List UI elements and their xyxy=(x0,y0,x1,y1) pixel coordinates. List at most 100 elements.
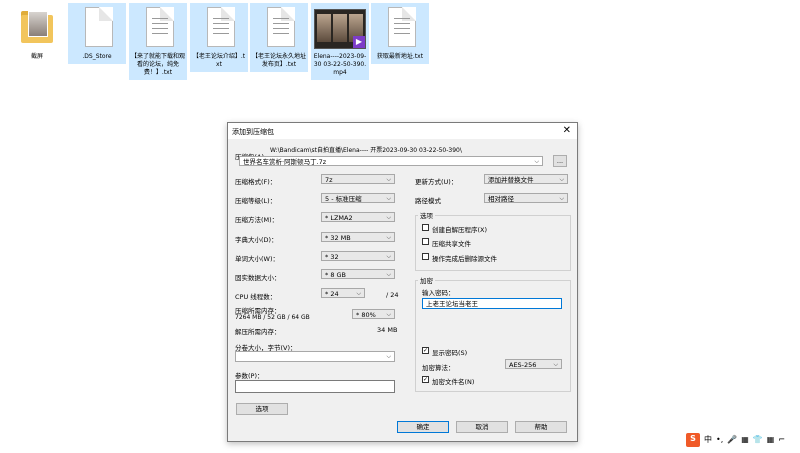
shared-files-checkbox[interactable] xyxy=(422,238,429,245)
delete-after-checkbox[interactable] xyxy=(422,253,429,260)
method-value: * LZMA2 xyxy=(325,214,353,222)
dictionary-label: 字典大小(D)： xyxy=(235,236,278,244)
format-select[interactable]: 7z ⌵ xyxy=(321,174,395,184)
update-mode-label: 更新方式(U)： xyxy=(415,178,458,186)
settings-icon[interactable]: ⌐ xyxy=(778,434,785,446)
document-icon xyxy=(80,7,114,51)
parameters-input[interactable] xyxy=(235,380,395,393)
chevron-down-icon: ⌵ xyxy=(534,158,539,165)
desktop-file-txt-1[interactable]: 【来了就能下载和观看的论坛，纯免费！】.txt xyxy=(129,3,187,80)
toolbox-icon[interactable]: ▦ xyxy=(767,434,775,446)
encryption-method-label: 加密算法： xyxy=(422,364,455,372)
cancel-button[interactable]: 取消 xyxy=(456,421,508,433)
format-value: 7z xyxy=(325,176,333,184)
punctuation-icon[interactable]: •, xyxy=(716,434,723,446)
chevron-down-icon: ⌵ xyxy=(386,311,391,318)
chevron-down-icon: ⌵ xyxy=(559,176,564,183)
text-file-icon xyxy=(202,7,236,51)
dictionary-select[interactable]: * 32 MB ⌵ xyxy=(321,232,395,242)
delete-after-label: 操作完成后删除源文件 xyxy=(432,255,497,263)
cpu-threads-value: * 24 xyxy=(325,290,339,298)
chevron-down-icon: ⌵ xyxy=(386,271,391,278)
text-file-icon xyxy=(141,7,175,51)
decompress-memory-value: 34 MB xyxy=(377,326,398,334)
microphone-icon[interactable]: 🎤 xyxy=(727,434,737,446)
desktop-file-folder[interactable]: 截屏 xyxy=(8,3,66,64)
archive-path: W:\Bandicam\st自拍直播\Elena---- 开票2023-09-3… xyxy=(270,147,462,154)
method-select[interactable]: * LZMA2 ⌵ xyxy=(321,212,395,222)
word-size-value: * 32 xyxy=(325,253,339,261)
path-mode-select[interactable]: 相对路径 ⌵ xyxy=(484,193,568,203)
chevron-down-icon: ⌵ xyxy=(553,361,558,368)
shared-files-label: 压缩共享文件 xyxy=(432,240,471,248)
desktop-file-txt-3[interactable]: 【老王论坛永久地址发布页】.txt xyxy=(250,3,308,72)
encryption-method-value: AES-256 xyxy=(509,361,537,369)
memory-detail: 7264 MB / 52 GB / 64 GB xyxy=(235,314,310,321)
password-value: 上老王论坛当老王 xyxy=(426,300,478,308)
solid-block-select[interactable]: * 8 GB ⌵ xyxy=(321,269,395,279)
sfx-label: 创建自解压程序(X) xyxy=(432,226,488,234)
word-size-select[interactable]: * 32 ⌵ xyxy=(321,251,395,261)
sfx-checkbox[interactable] xyxy=(422,224,429,231)
file-label: 截屏 xyxy=(30,53,43,60)
word-size-label: 单词大小(W)： xyxy=(235,255,279,263)
options-button[interactable]: 选项 xyxy=(236,403,288,415)
password-input[interactable]: 上老王论坛当老王 xyxy=(422,298,562,309)
file-label: .DS_Store xyxy=(82,53,112,60)
desktop-file-txt-2[interactable]: 【老王论坛介绍】.txt xyxy=(190,3,248,72)
add-to-archive-dialog: 添加到压缩包 ✕ 压缩包(A) W:\Bandicam\st自拍直播\Elena… xyxy=(227,122,578,442)
desktop-file-ds-store[interactable]: .DS_Store xyxy=(68,3,126,64)
chevron-down-icon: ⌵ xyxy=(386,253,391,260)
decompress-memory-label: 解压所需内存： xyxy=(235,328,281,336)
file-label: 【来了就能下载和观看的论坛，纯免费！】.txt xyxy=(131,53,186,76)
ok-button[interactable]: 确定 xyxy=(397,421,449,433)
encrypt-names-label: 加密文件名(N) xyxy=(432,378,475,386)
encryption-method-select[interactable]: AES-256 ⌵ xyxy=(505,359,562,369)
split-volume-combo[interactable]: ⌵ xyxy=(235,351,395,362)
encryption-group-title: 加密 xyxy=(418,275,435,285)
video-thumbnail-icon: ▶ xyxy=(314,7,366,51)
folder-icon xyxy=(20,7,54,51)
help-button[interactable]: 帮助 xyxy=(515,421,567,433)
file-label: 【老王论坛介绍】.txt xyxy=(192,53,246,68)
cpu-threads-total: / 24 xyxy=(386,291,399,299)
show-password-label: 显示密码(S) xyxy=(432,349,468,357)
text-file-icon xyxy=(383,7,417,51)
chevron-down-icon: ⌵ xyxy=(386,214,391,221)
close-icon[interactable]: ✕ xyxy=(563,125,571,136)
text-file-icon xyxy=(262,7,296,51)
solid-block-label: 固实数据大小： xyxy=(235,274,281,282)
chinese-mode-icon[interactable]: 中 xyxy=(704,434,712,446)
chevron-down-icon: ⌵ xyxy=(386,353,391,360)
update-mode-value: 添加并替换文件 xyxy=(488,176,534,184)
browse-button[interactable]: ... xyxy=(553,155,567,167)
skin-icon[interactable]: 👕 xyxy=(753,434,763,446)
dialog-title: 添加到压缩包 xyxy=(232,128,274,136)
chevron-down-icon: ⌵ xyxy=(559,195,564,202)
chevron-down-icon: ⌵ xyxy=(386,234,391,241)
parameters-label: 参数(P)： xyxy=(235,372,264,380)
file-label: 【老王论坛永久地址发布页】.txt xyxy=(252,53,307,68)
cpu-threads-label: CPU 线程数： xyxy=(235,293,277,301)
archive-name-combo[interactable]: 世界名车赏析·阿斯顿马丁.7z ⌵ xyxy=(239,156,543,166)
play-icon: ▶ xyxy=(353,36,365,48)
level-value: 5 - 标准压缩 xyxy=(325,195,362,203)
archive-name-value: 世界名车赏析·阿斯顿马丁.7z xyxy=(243,158,327,166)
keyboard-icon[interactable]: ▦ xyxy=(741,434,749,446)
format-label: 压缩格式(F)： xyxy=(235,178,277,186)
desktop-file-video[interactable]: ▶ Elena----2023-09-30 03-22-50-390.mp4 xyxy=(311,3,369,80)
chevron-down-icon: ⌵ xyxy=(356,290,361,297)
file-label: Elena----2023-09-30 03-22-50-390.mp4 xyxy=(313,53,367,76)
path-mode-value: 相对路径 xyxy=(488,195,514,203)
show-password-checkbox[interactable]: ✓ xyxy=(422,347,429,354)
level-select[interactable]: 5 - 标准压缩 ⌵ xyxy=(321,193,395,203)
file-label: 获取最新地址.txt xyxy=(376,53,424,60)
ime-tray: S 中 •, 🎤 ▦ 👕 ▦ ⌐ xyxy=(686,433,785,447)
desktop-file-txt-4[interactable]: 获取最新地址.txt xyxy=(371,3,429,64)
update-mode-select[interactable]: 添加并替换文件 ⌵ xyxy=(484,174,568,184)
title-bar: 添加到压缩包 ✕ xyxy=(228,123,577,139)
sogou-ime-icon[interactable]: S xyxy=(686,433,700,447)
memory-usage-select[interactable]: * 80% ⌵ xyxy=(352,309,395,319)
encrypt-names-checkbox[interactable]: ✓ xyxy=(422,376,429,383)
cpu-threads-select[interactable]: * 24 ⌵ xyxy=(321,288,365,298)
